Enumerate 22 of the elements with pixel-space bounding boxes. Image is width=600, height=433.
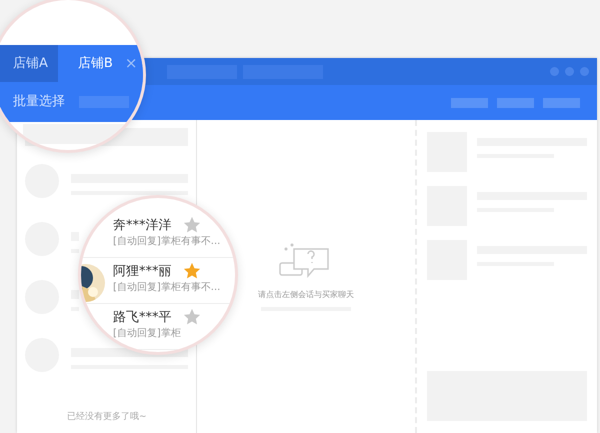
tab[interactable]: 店铺B × bbox=[58, 45, 143, 82]
contact-name: 路飞***平 bbox=[113, 309, 172, 327]
list-end-text: 已经没有更多了哦~ bbox=[66, 410, 148, 424]
contact-name: 奔***洋洋 bbox=[113, 217, 172, 235]
tab[interactable]: 店铺A bbox=[0, 45, 58, 82]
message-preview: [自动回复]掌柜有事不... bbox=[113, 234, 220, 249]
batch-select-button[interactable]: 批量选择 bbox=[13, 92, 65, 112]
window-control-dot[interactable] bbox=[565, 67, 574, 76]
toolbar-placeholder bbox=[451, 98, 488, 108]
toolbar-placeholder bbox=[497, 98, 534, 108]
star-icon[interactable] bbox=[183, 262, 201, 280]
toolbar-placeholder bbox=[543, 98, 580, 108]
star-icon[interactable] bbox=[183, 308, 201, 326]
close-icon[interactable]: × bbox=[124, 52, 138, 75]
message-preview: [自动回复]掌柜 bbox=[113, 326, 181, 341]
placeholder-bar bbox=[71, 290, 79, 298]
window-control-dot[interactable] bbox=[580, 67, 589, 76]
empty-chat-message: 请点击左侧会话与买家聊天 bbox=[258, 288, 354, 300]
message-preview: [自动回复]掌柜有事不... bbox=[113, 280, 220, 295]
window-control-dot[interactable] bbox=[550, 67, 559, 76]
star-icon[interactable] bbox=[183, 216, 201, 234]
contact-name: 阿狸***丽 bbox=[113, 263, 172, 281]
